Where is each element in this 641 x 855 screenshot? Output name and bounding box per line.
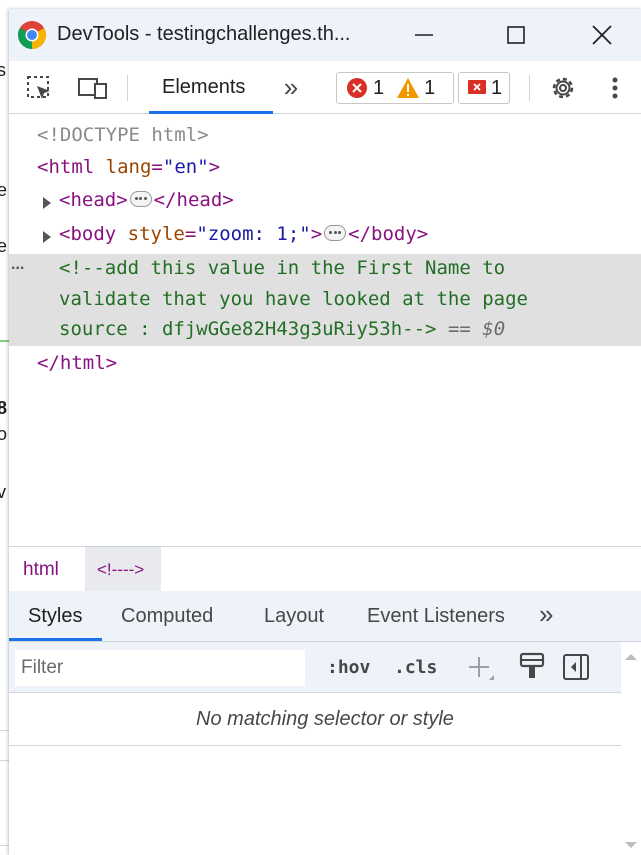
expand-body-icon[interactable] (43, 231, 51, 243)
expand-head-icon[interactable] (43, 197, 51, 209)
lang-attr: lang (105, 156, 152, 178)
title-bar: DevTools - testingchallenges.th... (9, 9, 641, 61)
no-matching-style-text: No matching selector or style (196, 708, 454, 730)
collapsed-ellipsis-icon[interactable] (129, 190, 152, 207)
selected-marker: == $0 (447, 318, 506, 340)
minimize-icon (415, 34, 433, 36)
device-toolbar-button[interactable] (73, 73, 113, 103)
html-open-node[interactable]: <html lang="en"> (37, 156, 220, 178)
settings-button[interactable] (545, 73, 581, 103)
body-open-tag: <body (59, 223, 117, 245)
doctype-node[interactable]: <!DOCTYPE html> (37, 124, 209, 146)
close-icon (592, 25, 612, 45)
style-value: "zoom: 1;" (196, 223, 311, 245)
maximize-button[interactable] (496, 19, 536, 51)
head-open-tag: <head> (59, 189, 128, 211)
gear-icon (552, 77, 574, 99)
styles-scrollbar[interactable] (621, 642, 641, 855)
tab-elements[interactable]: Elements (149, 61, 273, 114)
chevron-double-right-icon: » (283, 72, 299, 102)
chrome-logo-icon (17, 20, 47, 50)
cls-toggle[interactable]: .cls (394, 657, 437, 678)
styles-filter-bar: :hov .cls (9, 642, 641, 693)
errors-count: 1 (373, 76, 385, 99)
style-attr: style (127, 223, 185, 245)
tab-active-indicator (9, 638, 102, 641)
minimize-button[interactable] (404, 19, 444, 51)
tab-styles[interactable]: Styles (28, 605, 82, 628)
html-tag: <html (37, 156, 95, 178)
scroll-down-icon (625, 842, 637, 848)
tab-elements-label: Elements (162, 76, 246, 98)
comment-line-1[interactable]: <!--add this value in the First Name to (59, 257, 505, 279)
toolbar-divider (529, 75, 530, 101)
equals-sign: = (184, 223, 197, 245)
issue-icon (468, 80, 486, 94)
toggle-sidebar-button[interactable] (563, 654, 591, 682)
lang-value: "en" (162, 156, 209, 178)
breadcrumb-html[interactable]: html (23, 559, 59, 581)
comment-line-2[interactable]: validate that you have looked at the pag… (59, 288, 528, 310)
paint-brush-icon (519, 652, 545, 678)
filter-input[interactable] (15, 650, 305, 686)
equals-sign: = (151, 156, 163, 178)
body-node[interactable]: <body style="zoom: 1;"> </body> (59, 223, 428, 245)
devtools-toolbar: » (9, 61, 641, 114)
tag-close: > (208, 156, 221, 178)
new-style-rule-button[interactable] (467, 654, 495, 682)
styles-empty-state: No matching selector or style (9, 693, 641, 746)
more-tabs-button[interactable]: » (275, 73, 307, 101)
more-tabs-button[interactable]: » (539, 599, 553, 630)
sidebar-toggle-icon (563, 654, 589, 680)
window-title: DevTools - testingchallenges.th... (57, 23, 351, 45)
warning-icon (397, 78, 420, 98)
head-node[interactable]: <head> </head> (59, 189, 234, 211)
breadcrumb-comment[interactable]: <!----> (97, 560, 144, 580)
plus-icon (469, 657, 494, 680)
styles-pane-tabs: Styles Computed Layout Event Listeners » (9, 591, 641, 642)
close-button[interactable] (582, 19, 622, 51)
maximize-icon (507, 26, 525, 44)
customize-menu-button[interactable] (603, 73, 627, 103)
head-close-tag: </head> (153, 189, 234, 211)
comment-line-3[interactable]: source : dfjwGGe82H43g3uRiy53h--> == $0 (59, 318, 505, 340)
elements-tree: ... <!DOCTYPE html> <html lang="en"> <he… (9, 114, 641, 554)
warnings-count: 1 (424, 76, 436, 99)
html-close-node[interactable]: </html> (37, 352, 117, 374)
collapsed-ellipsis-icon[interactable] (324, 224, 347, 241)
issues-badge[interactable]: 1 (458, 72, 510, 104)
hov-toggle[interactable]: :hov (327, 657, 370, 678)
inspect-icon (27, 76, 50, 99)
error-icon (347, 78, 367, 98)
toolbar-divider (127, 75, 128, 101)
issues-count: 1 (491, 76, 503, 99)
breadcrumb: html <!----> (9, 546, 641, 592)
device-mode-icon (78, 78, 107, 99)
kebab-menu-icon (612, 77, 618, 99)
tag-close: > (310, 223, 323, 245)
tab-event-listeners[interactable]: Event Listeners (367, 605, 505, 628)
node-actions-dots[interactable]: ... (11, 256, 24, 274)
tab-computed[interactable]: Computed (121, 605, 213, 628)
devtools-window: DevTools - testingchallenges.th... » Ele… (9, 9, 641, 855)
inspect-element-button[interactable] (21, 73, 57, 103)
errors-warnings-badge[interactable]: 1 1 (336, 72, 454, 104)
body-close-tag: </body> (348, 223, 429, 245)
comment-text: source : dfjwGGe82H43g3uRiy53h--> (59, 318, 437, 340)
tab-layout[interactable]: Layout (264, 605, 324, 628)
element-state-button[interactable] (519, 652, 547, 682)
scroll-up-icon (625, 654, 637, 660)
